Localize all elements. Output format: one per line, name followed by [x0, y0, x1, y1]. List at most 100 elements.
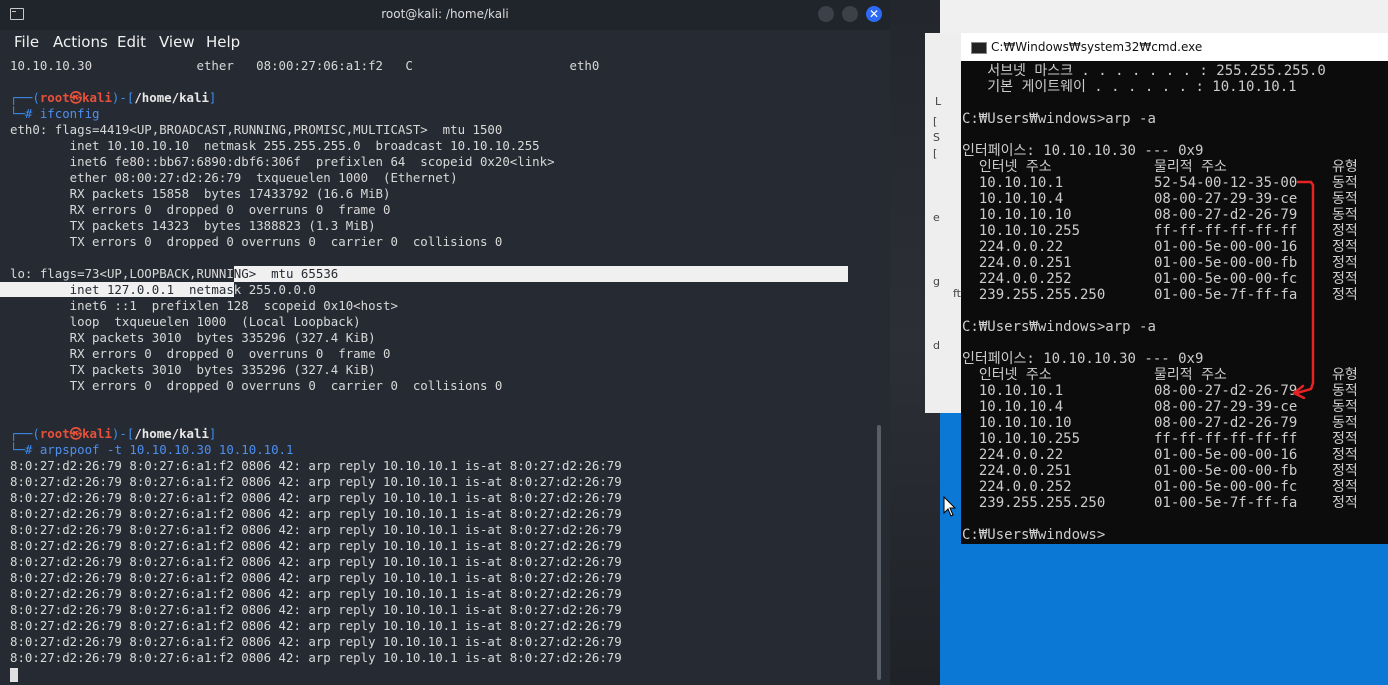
- prompt-user: root㉿kali: [39, 426, 112, 441]
- window-title: root@kali: /home/kali: [381, 7, 509, 21]
- mac-cell: 52-54-00-12-35-00: [1154, 175, 1298, 191]
- side-text: e: [933, 211, 940, 224]
- prompt-line: ┌──(root㉿kali)-[/home/kali]: [10, 90, 880, 106]
- arpspoof-line: 8:0:27:d2:26:79 8:0:27:6:a1:f2 0806 42: …: [10, 538, 622, 553]
- kali-titlebar[interactable]: root@kali: /home/kali ✕: [0, 0, 890, 30]
- prompt-hash: └─#: [10, 442, 40, 457]
- ifconfig-line: [10, 394, 880, 410]
- side-text: [: [933, 115, 938, 128]
- cmd-prompt: C:₩Users₩windows>: [962, 527, 1106, 543]
- scrollbar[interactable]: [877, 425, 881, 680]
- header-type: 유형: [1332, 367, 1358, 383]
- selected-text: inet 127.0.0.1 netmas: [0, 282, 234, 297]
- ifconfig-line: RX packets 15858 bytes 17433792 (16.6 Mi…: [10, 186, 391, 201]
- mac-cell: 08-00-27-29-39-ce: [1154, 191, 1298, 207]
- minimize-button[interactable]: [818, 6, 834, 22]
- ifconfig-line: TX packets 3010 bytes 335296 (327.4 KiB): [10, 362, 376, 377]
- type-cell: 정적: [1332, 463, 1358, 479]
- prompt-user: root㉿kali: [39, 90, 112, 105]
- header-ip: 인터넷 주소: [962, 367, 1052, 383]
- menu-file[interactable]: File: [14, 33, 39, 51]
- command-line: └─# ifconfig: [10, 106, 880, 122]
- type-cell: 정적: [1332, 271, 1358, 287]
- mac-cell: 08-00-27-29-39-ce: [1154, 399, 1298, 415]
- type-cell: 동적: [1332, 415, 1358, 431]
- kali-terminal-window[interactable]: root@kali: /home/kali ✕ File Actions Edi…: [0, 0, 890, 685]
- mac-cell: 08-00-27-d2-26-79: [1154, 207, 1298, 223]
- interface-line: 인터페이스: 10.10.10.30 --- 0x9: [962, 143, 1204, 159]
- type-cell: 정적: [1332, 287, 1358, 303]
- ip-cell: 10.10.10.10: [962, 207, 1072, 223]
- cmd-window[interactable]: C:₩Windows₩system32₩cmd.exe 서브넷 마스크 . . …: [961, 33, 1388, 544]
- type-cell: 정적: [1332, 223, 1358, 239]
- type-cell: 동적: [1332, 399, 1358, 415]
- type-cell: 정적: [1332, 255, 1358, 271]
- arp-row: 224.0.0.252 01-00-5e-00-00-fc 정적: [962, 271, 1388, 287]
- prompt-mid: )-[: [111, 90, 135, 105]
- menu-edit[interactable]: Edit: [117, 33, 146, 51]
- selected-text: NG> mtu 65536: [233, 266, 848, 282]
- header-mac: 물리적 주소: [1154, 367, 1227, 383]
- type-cell: 동적: [1332, 207, 1358, 223]
- mac-cell: 01-00-5e-00-00-16: [1154, 447, 1298, 463]
- side-text: S: [933, 131, 940, 144]
- ifconfig-line: [10, 410, 880, 426]
- prompt-suffix: ]: [208, 426, 217, 441]
- close-button[interactable]: ✕: [866, 6, 882, 22]
- cmd-prompt-line: C:₩Users₩windows>arp -a: [962, 111, 1388, 127]
- prompt-hash: └─#: [10, 106, 40, 121]
- ifconfig-line: TX packets 14323 bytes 1388823 (1.3 MiB): [10, 218, 376, 233]
- cmd-output[interactable]: 서브넷 마스크 . . . . . . . : 255.255.255.0 기본…: [962, 63, 1388, 543]
- header-type: 유형: [1332, 159, 1358, 175]
- command-text: ifconfig: [39, 106, 100, 121]
- arp-row: 10.10.10.1 52-54-00-12-35-00 동적: [962, 175, 1388, 191]
- arp-row: 10.10.10.4 08-00-27-29-39-ce 동적: [962, 399, 1388, 415]
- type-cell: 정적: [1332, 431, 1358, 447]
- cmd-command: arp -a: [1105, 319, 1156, 335]
- lo-output: inet6 ::1 prefixlen 128 scopeid 0x10<hos…: [10, 298, 880, 426]
- cmd-title: C:₩Windows₩system32₩cmd.exe: [991, 40, 1203, 54]
- cmd-command: arp -a: [1105, 111, 1156, 127]
- arp-row: 239.255.255.250 01-00-5e-7f-ff-fa 정적: [962, 287, 1388, 303]
- cmd-titlebar[interactable]: C:₩Windows₩system32₩cmd.exe: [961, 33, 1388, 61]
- arp-row: 10.10.10.10 08-00-27-d2-26-79 동적: [962, 207, 1388, 223]
- ifconfig-line: inet6 ::1 prefixlen 128 scopeid 0x10<hos…: [10, 298, 398, 313]
- cursor-line: [10, 666, 880, 682]
- mac-cell: ff-ff-ff-ff-ff-ff: [1154, 223, 1298, 239]
- type-cell: 동적: [1332, 383, 1358, 399]
- prompt-path: /home/kali: [134, 426, 209, 441]
- type-cell: 정적: [1332, 239, 1358, 255]
- ip-cell: 10.10.10.4: [962, 191, 1064, 207]
- side-text: ft: [953, 287, 961, 300]
- side-text: [: [933, 147, 938, 160]
- type-cell: 동적: [1332, 191, 1358, 207]
- arp-table-line: 10.10.10.30 ether 08:00:27:06:a1:f2 C et…: [10, 58, 600, 73]
- menu-view[interactable]: View: [159, 33, 195, 51]
- ip-cell: 224.0.0.251: [962, 463, 1072, 479]
- ifconfig-line: RX errors 0 dropped 0 overruns 0 frame 0: [10, 202, 391, 217]
- type-cell: 정적: [1332, 447, 1358, 463]
- ip-cell: 239.255.255.250: [962, 495, 1106, 511]
- ifconfig-line: inet6 fe80::bb67:6890:dbf6:306f prefixle…: [10, 154, 555, 169]
- prompt-path: /home/kali: [134, 90, 209, 105]
- arp-header: 인터넷 주소 물리적 주소 유형: [962, 367, 1388, 383]
- menu-help[interactable]: Help: [206, 33, 240, 51]
- arpspoof-line: 8:0:27:d2:26:79 8:0:27:6:a1:f2 0806 42: …: [10, 650, 622, 665]
- side-text: g: [933, 275, 940, 288]
- arpspoof-line: 8:0:27:d2:26:79 8:0:27:6:a1:f2 0806 42: …: [10, 506, 622, 521]
- arpspoof-output: 8:0:27:d2:26:79 8:0:27:6:a1:f2 0806 42: …: [10, 458, 880, 666]
- terminal-output[interactable]: 10.10.10.30 ether 08:00:27:06:a1:f2 C et…: [0, 58, 880, 682]
- arp-row: 224.0.0.22 01-00-5e-00-00-16 정적: [962, 447, 1388, 463]
- menu-actions[interactable]: Actions: [53, 33, 108, 51]
- maximize-button[interactable]: [842, 6, 858, 22]
- arp-row: 239.255.255.250 01-00-5e-7f-ff-fa 정적: [962, 495, 1388, 511]
- prompt-line: ┌──(root㉿kali)-[/home/kali]: [10, 426, 880, 442]
- arpspoof-line: 8:0:27:d2:26:79 8:0:27:6:a1:f2 0806 42: …: [10, 554, 622, 569]
- cmd-prompt: C:₩Users₩windows>: [962, 111, 1106, 127]
- interface-line: 인터페이스: 10.10.10.30 --- 0x9: [962, 351, 1204, 367]
- type-cell: 동적: [1332, 175, 1358, 191]
- prompt-prefix: ┌──(: [10, 90, 40, 105]
